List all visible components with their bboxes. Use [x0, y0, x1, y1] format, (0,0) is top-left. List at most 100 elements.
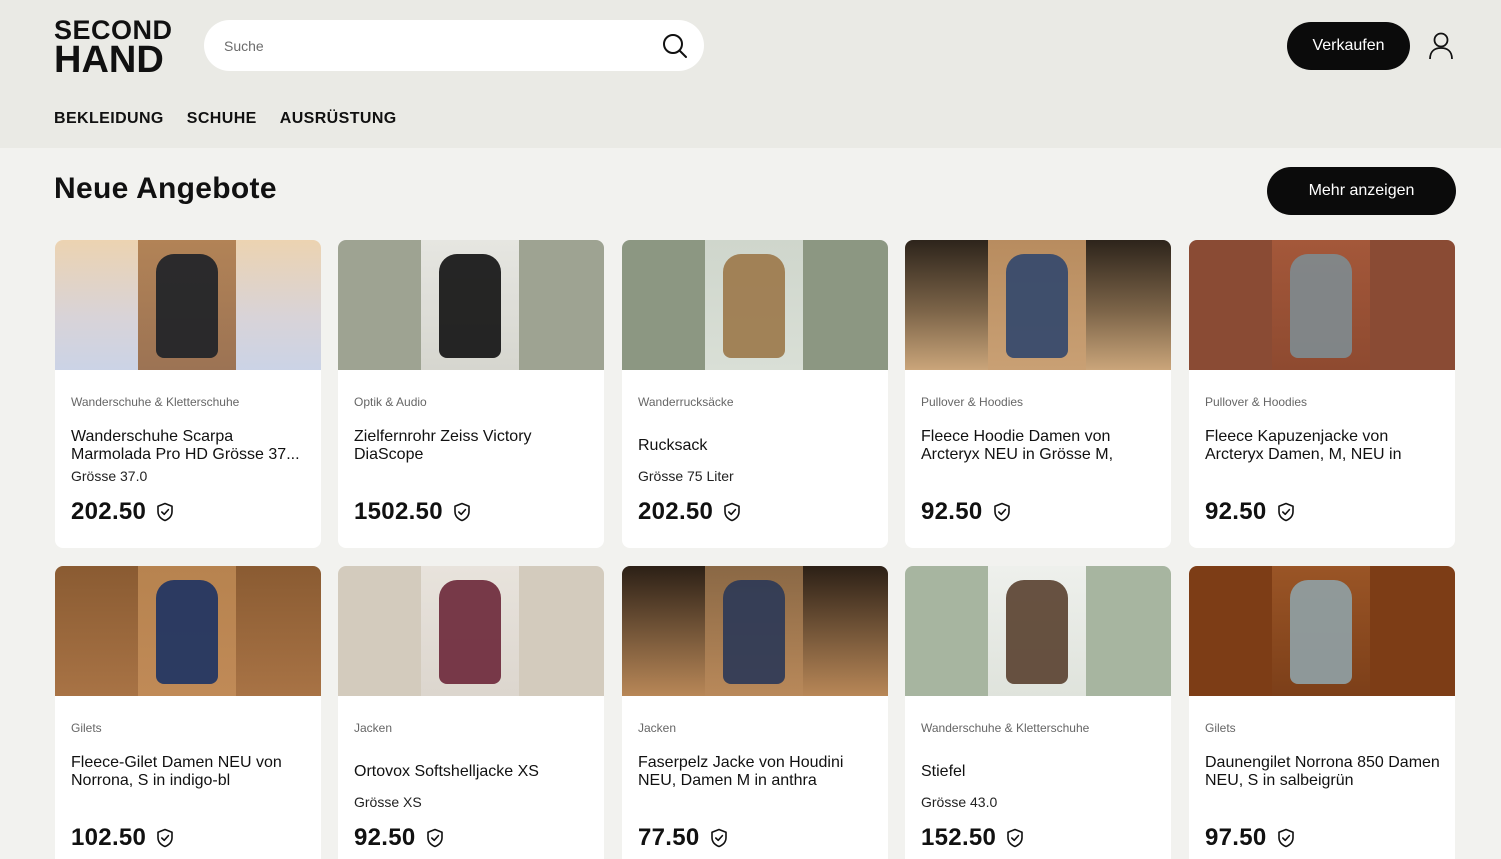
product-size: Grösse 75 Liter: [638, 468, 734, 484]
verified-shield-icon: [1007, 828, 1024, 848]
verified-shield-icon: [426, 828, 443, 848]
product-image[interactable]: [1189, 240, 1455, 370]
product-image[interactable]: [622, 240, 888, 370]
nav-item-schuhe[interactable]: SCHUHE: [187, 110, 257, 128]
product-photo: [138, 240, 236, 370]
site-header: SECOND HAND Verkaufen BEKLEIDUNG SCHUHE …: [0, 0, 1501, 148]
product-price: 92.50: [354, 824, 416, 851]
product-image[interactable]: [622, 566, 888, 696]
product-price: 202.50: [71, 498, 147, 525]
verified-shield-icon: [157, 502, 174, 522]
nav-item-ausruestung[interactable]: AUSRÜSTUNG: [280, 110, 397, 128]
search-input[interactable]: [224, 20, 644, 71]
product-category: Gilets: [1205, 721, 1236, 735]
product-card[interactable]: Wanderschuhe & Kletterschuhe Wanderschuhe…: [55, 240, 321, 548]
product-title[interactable]: Stiefel: [921, 763, 1157, 781]
product-category: Jacken: [354, 721, 393, 735]
product-title[interactable]: Fleece Kapuzenjacke von Arcteryx Damen, …: [1205, 428, 1441, 464]
product-title[interactable]: Ortovox Softshelljacke XS: [354, 763, 590, 781]
product-card[interactable]: Pullover & Hoodies Fleece Hoodie Damen vo…: [905, 240, 1171, 548]
product-image[interactable]: [338, 240, 604, 370]
show-more-button[interactable]: Mehr anzeigen: [1267, 167, 1456, 215]
product-title[interactable]: Fleece Hoodie Damen von Arcteryx NEU in …: [921, 428, 1157, 464]
product-card[interactable]: Jacken Faserpelz Jacke von Houdini NEU, D…: [622, 566, 888, 859]
product-category: Gilets: [71, 721, 102, 735]
product-card[interactable]: Gilets Daunengilet Norrona 850 Damen NEU,…: [1189, 566, 1455, 859]
product-price: 152.50: [921, 824, 997, 851]
product-price: 97.50: [1205, 824, 1267, 851]
product-photo: [705, 566, 803, 696]
price-row: 77.50: [638, 824, 728, 852]
product-card[interactable]: Optik & Audio Zielfernrohr Zeiss Victory …: [338, 240, 604, 548]
product-title[interactable]: Faserpelz Jacke von Houdini NEU, Damen M…: [638, 754, 874, 790]
product-item-shape: [439, 580, 501, 684]
product-card[interactable]: Gilets Fleece-Gilet Damen NEU von Norrona…: [55, 566, 321, 859]
product-image[interactable]: [55, 240, 321, 370]
product-price: 92.50: [921, 498, 983, 525]
product-category: Wanderschuhe & Kletterschuhe: [921, 721, 1090, 735]
product-category: Wanderschuhe & Kletterschuhe: [71, 395, 240, 409]
product-card[interactable]: Wanderschuhe & Kletterschuhe Stiefel Gröss…: [905, 566, 1171, 859]
product-photo: [421, 240, 519, 370]
verified-shield-icon: [1277, 502, 1294, 522]
price-row: 152.50: [921, 824, 1024, 852]
product-item-shape: [439, 254, 501, 358]
main-nav: BEKLEIDUNG SCHUHE AUSRÜSTUNG: [54, 110, 397, 128]
product-item-shape: [723, 254, 785, 358]
product-photo: [1272, 240, 1370, 370]
product-item-shape: [1006, 254, 1068, 358]
product-image[interactable]: [55, 566, 321, 696]
product-title[interactable]: Fleece-Gilet Damen NEU von Norrona, S in…: [71, 754, 307, 790]
verified-shield-icon: [1277, 828, 1294, 848]
product-title[interactable]: Wanderschuhe Scarpa Marmolada Pro HD Grö…: [71, 428, 307, 464]
price-row: 97.50: [1205, 824, 1295, 852]
product-item-shape: [1290, 254, 1352, 358]
verified-shield-icon: [724, 502, 741, 522]
logo-line2: HAND: [54, 38, 164, 81]
product-photo: [705, 240, 803, 370]
product-category: Jacken: [638, 721, 677, 735]
product-photo: [1272, 566, 1370, 696]
product-price: 102.50: [71, 824, 147, 851]
product-image[interactable]: [338, 566, 604, 696]
price-row: 1502.50: [354, 498, 471, 526]
section-title: Neue Angebote: [54, 172, 277, 205]
product-image[interactable]: [1189, 566, 1455, 696]
product-title[interactable]: Rucksack: [638, 437, 874, 455]
product-category: Wanderrucksäcke: [638, 395, 734, 409]
product-item-shape: [156, 254, 218, 358]
product-category: Optik & Audio: [354, 395, 427, 409]
price-row: 92.50: [354, 824, 444, 852]
price-row: 202.50: [71, 498, 174, 526]
product-card[interactable]: Wanderrucksäcke Rucksack Grösse 75 Liter 20…: [622, 240, 888, 548]
product-price: 77.50: [638, 824, 700, 851]
product-image[interactable]: [905, 566, 1171, 696]
product-price: 92.50: [1205, 498, 1267, 525]
price-row: 92.50: [921, 498, 1011, 526]
product-size: Grösse 43.0: [921, 794, 998, 810]
product-title[interactable]: Daunengilet Norrona 850 Damen NEU, S in …: [1205, 754, 1441, 790]
user-icon[interactable]: [1428, 32, 1454, 60]
verified-shield-icon: [454, 502, 470, 522]
nav-item-bekleidung[interactable]: BEKLEIDUNG: [54, 110, 164, 128]
product-price: 202.50: [638, 498, 714, 525]
product-photo: [421, 566, 519, 696]
product-card[interactable]: Jacken Ortovox Softshelljacke XS Grösse XS…: [338, 566, 604, 859]
product-item-shape: [723, 580, 785, 684]
product-card[interactable]: Pullover & Hoodies Fleece Kapuzenjacke vo…: [1189, 240, 1455, 548]
product-item-shape: [156, 580, 218, 684]
product-photo: [988, 566, 1086, 696]
price-row: 92.50: [1205, 498, 1295, 526]
search-bar: [204, 20, 704, 71]
logo[interactable]: SECOND HAND: [54, 17, 173, 81]
verified-shield-icon: [710, 828, 727, 848]
product-category: Pullover & Hoodies: [1205, 395, 1308, 409]
product-image[interactable]: [905, 240, 1171, 370]
product-title[interactable]: Zielfernrohr Zeiss Victory DiaScope: [354, 428, 590, 464]
sell-button[interactable]: Verkaufen: [1287, 22, 1410, 70]
search-icon[interactable]: [662, 33, 688, 59]
price-row: 102.50: [71, 824, 174, 852]
product-category: Pullover & Hoodies: [921, 395, 1024, 409]
verified-shield-icon: [993, 502, 1010, 522]
product-photo: [988, 240, 1086, 370]
